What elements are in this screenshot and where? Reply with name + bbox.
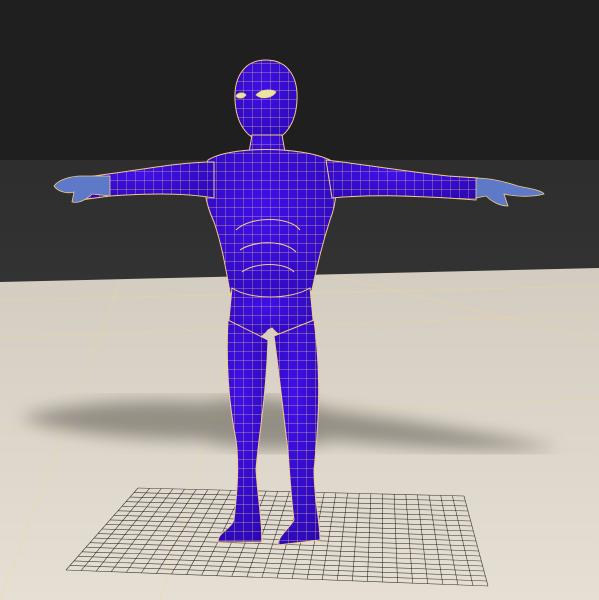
viewport-scene[interactable] [0, 0, 599, 600]
3d-viewport[interactable] [0, 0, 599, 600]
background-upper-band [0, 0, 599, 160]
